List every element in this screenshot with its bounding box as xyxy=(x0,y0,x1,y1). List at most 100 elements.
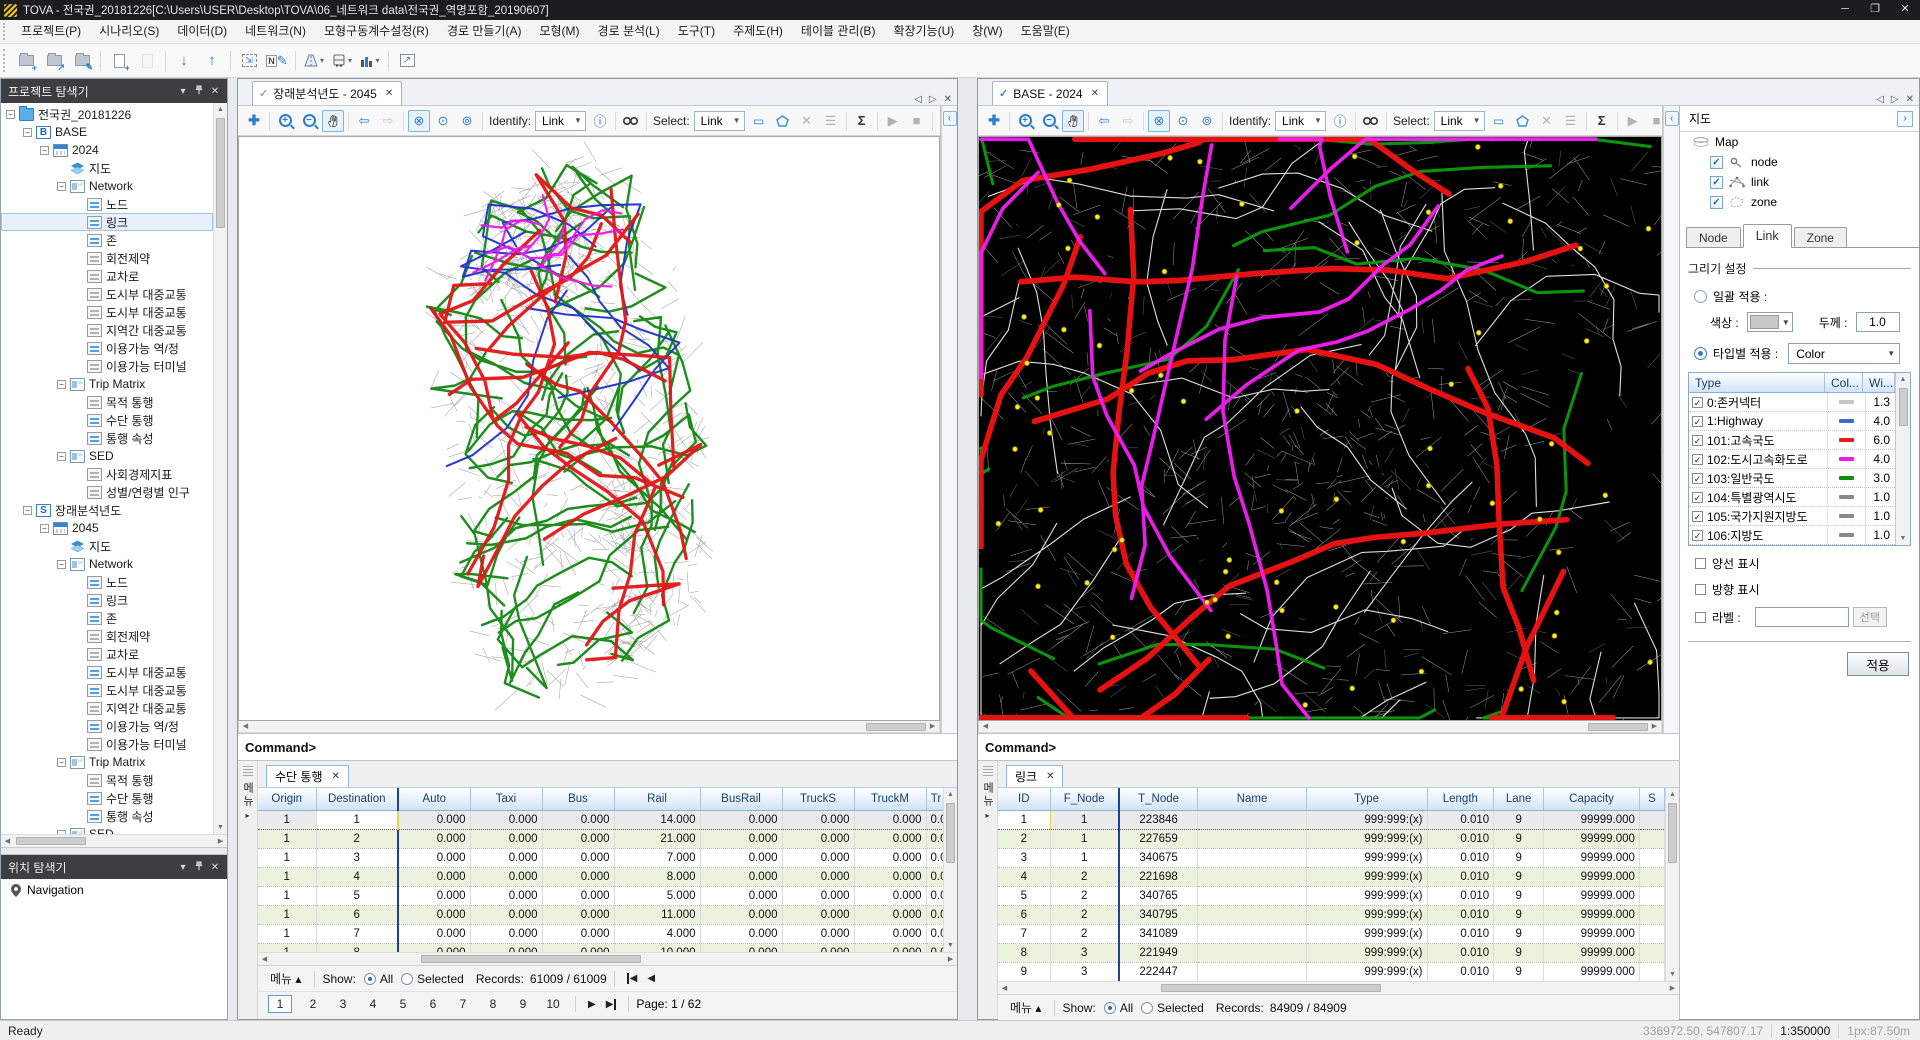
close-icon[interactable]: ✕ xyxy=(332,771,340,782)
column-header-Rail[interactable]: Rail xyxy=(614,788,700,810)
column-header-Origin[interactable]: Origin xyxy=(258,788,316,810)
expand-panel-button[interactable]: › xyxy=(1897,111,1913,127)
transit-tool-button[interactable]: ▾ xyxy=(329,48,355,74)
tree-expander-icon[interactable]: − xyxy=(40,524,49,533)
table-cell[interactable] xyxy=(1198,848,1306,867)
layer-item-link[interactable]: ✓link xyxy=(1680,172,1919,192)
tree-item[interactable]: 도시부 대중교통 xyxy=(1,681,213,699)
command-bar[interactable]: Command> xyxy=(978,733,1679,761)
table-cell[interactable] xyxy=(1639,962,1664,981)
table-cell[interactable]: 7 xyxy=(316,924,398,943)
find-button[interactable] xyxy=(1360,110,1382,132)
table-cell[interactable]: 0.000 xyxy=(542,924,614,943)
table-cell[interactable]: 0.000 xyxy=(926,867,943,886)
table-cell[interactable]: 0.000 xyxy=(854,867,926,886)
type-row[interactable]: ✓1:Highway4.0 xyxy=(1689,412,1895,431)
menu-item-5[interactable]: 경로 만들기(A) xyxy=(438,20,531,43)
zoom-out-button[interactable]: − xyxy=(1038,110,1060,132)
tree-item[interactable]: 도시부 대중교통 xyxy=(1,303,213,321)
tree-item[interactable]: 지역간 대중교통 xyxy=(1,699,213,717)
pan-button[interactable] xyxy=(1062,110,1084,132)
table-cell[interactable]: 10.000 xyxy=(614,943,700,952)
table-cell[interactable]: 0.000 xyxy=(470,905,542,924)
table-cell[interactable]: 1 xyxy=(258,886,316,905)
show-all-radio[interactable] xyxy=(1104,1002,1116,1014)
tree-item[interactable]: 교차로 xyxy=(1,645,213,663)
table-cell[interactable]: 9 xyxy=(1494,848,1544,867)
copy-document-button[interactable] xyxy=(134,48,160,74)
type-color-swatch[interactable] xyxy=(1827,450,1865,468)
map-extent-button[interactable]: ⇲ xyxy=(236,48,262,74)
table-cell[interactable] xyxy=(1198,829,1306,848)
table-cell[interactable]: 340675 xyxy=(1119,848,1198,867)
table-cell[interactable]: 0.000 xyxy=(470,810,542,829)
table-cell[interactable]: 0.000 xyxy=(926,943,943,952)
next-extent-button[interactable]: ⇨ xyxy=(1117,110,1139,132)
table-cell[interactable]: 0.000 xyxy=(398,905,470,924)
show-all-radio[interactable] xyxy=(364,973,376,985)
minimize-button[interactable]: ─ xyxy=(1830,0,1860,20)
select-rectangle-button[interactable]: ▭ xyxy=(748,110,770,132)
table-panel-handle[interactable]: 메뉴▸ xyxy=(978,761,998,1019)
tab-base-2024[interactable]: ✓ BASE - 2024 ✕ xyxy=(992,81,1108,105)
column-header-Length[interactable]: Length xyxy=(1427,788,1494,810)
table-cell[interactable]: 1 xyxy=(258,810,316,829)
status-scale[interactable]: 1:350000 xyxy=(1780,1024,1830,1038)
table-cell[interactable]: 1 xyxy=(258,848,316,867)
table-cell[interactable]: 0.000 xyxy=(782,943,854,952)
type-width-value[interactable]: 1.0 xyxy=(1865,488,1895,506)
type-color-swatch[interactable] xyxy=(1827,393,1865,411)
table-cell[interactable]: 1 xyxy=(258,867,316,886)
column-header-TruckS[interactable]: TruckS xyxy=(782,788,854,810)
tab-scroll-right-icon[interactable]: ▷ xyxy=(929,94,937,105)
type-color-swatch[interactable] xyxy=(1827,507,1865,525)
table-cell[interactable]: 0.000 xyxy=(926,886,943,905)
dropdown-arrow-icon[interactable]: ▾ xyxy=(348,56,352,65)
table-cell[interactable]: 9 xyxy=(1494,962,1544,981)
table-cell[interactable]: 0.000 xyxy=(700,810,782,829)
type-row[interactable]: ✓104:특별광역시도1.0 xyxy=(1689,488,1895,507)
last-page-button[interactable]: ▶ xyxy=(606,999,617,1010)
table-cell[interactable]: 0.000 xyxy=(700,848,782,867)
table-menu-button[interactable]: 메뉴 ▴ xyxy=(1004,996,1047,1019)
select-target-dropdown[interactable]: Link▼ xyxy=(694,111,745,131)
table-cell[interactable]: 0.000 xyxy=(926,848,943,867)
table-cell[interactable]: 227659 xyxy=(1119,829,1198,848)
table-cell[interactable]: 0.000 xyxy=(854,905,926,924)
zoom-out-button[interactable]: − xyxy=(298,110,320,132)
vertical-splitter[interactable] xyxy=(228,78,237,1020)
column-header[interactable]: Col... xyxy=(1825,373,1863,392)
table-cell[interactable]: 0.000 xyxy=(542,886,614,905)
layer-checkbox[interactable]: ✓ xyxy=(1710,196,1723,209)
tree-item[interactable]: 목적 통행 xyxy=(1,771,213,789)
table-vertical-scrollbar[interactable]: ▲▼ xyxy=(1665,788,1679,981)
table-cell[interactable]: 99999.000 xyxy=(1544,924,1640,943)
close-icon[interactable]: ✕ xyxy=(1046,771,1054,782)
tree-item[interactable]: 이용가능 터미널 xyxy=(1,735,213,753)
open-project-button[interactable]: ↗ xyxy=(41,48,67,74)
tree-expander-icon[interactable]: − xyxy=(40,146,49,155)
tree-item[interactable]: 도시부 대중교통 xyxy=(1,663,213,681)
table-panel-handle[interactable]: 메뉴▸ xyxy=(238,761,258,1019)
table-cell[interactable]: 1 xyxy=(1050,848,1119,867)
table-cell[interactable]: 0.000 xyxy=(700,867,782,886)
table-row[interactable]: 62340795999:999:(x)0.010999999.000 xyxy=(998,905,1665,924)
tree-item[interactable]: −2024 xyxy=(1,141,213,159)
table-cell[interactable]: 0.000 xyxy=(470,848,542,867)
table-row[interactable]: 150.0000.0000.0005.0000.0000.0000.0000.0… xyxy=(258,886,943,905)
tree-item[interactable]: −SED xyxy=(1,825,213,834)
table-cell[interactable]: 9 xyxy=(1494,867,1544,886)
table-cell[interactable]: 0.010 xyxy=(1427,867,1494,886)
scroll-right-icon[interactable]: ▶ xyxy=(944,953,957,966)
table-cell[interactable]: 0.000 xyxy=(542,848,614,867)
column-header[interactable]: Type xyxy=(1689,373,1825,392)
table-cell[interactable]: 222447 xyxy=(1119,962,1198,981)
clear-selection-button[interactable]: ✕ xyxy=(1536,110,1558,132)
table-cell[interactable]: 9 xyxy=(998,962,1050,981)
expand-arrow-icon[interactable]: ▸ xyxy=(245,811,249,820)
table-cell[interactable]: 0.010 xyxy=(1427,924,1494,943)
table-cell[interactable] xyxy=(1198,962,1306,981)
table-cell[interactable]: 221949 xyxy=(1119,943,1198,962)
scroll-left-icon[interactable]: ◀ xyxy=(239,720,252,733)
tree-item[interactable]: −전국권_20181226 xyxy=(1,105,213,123)
